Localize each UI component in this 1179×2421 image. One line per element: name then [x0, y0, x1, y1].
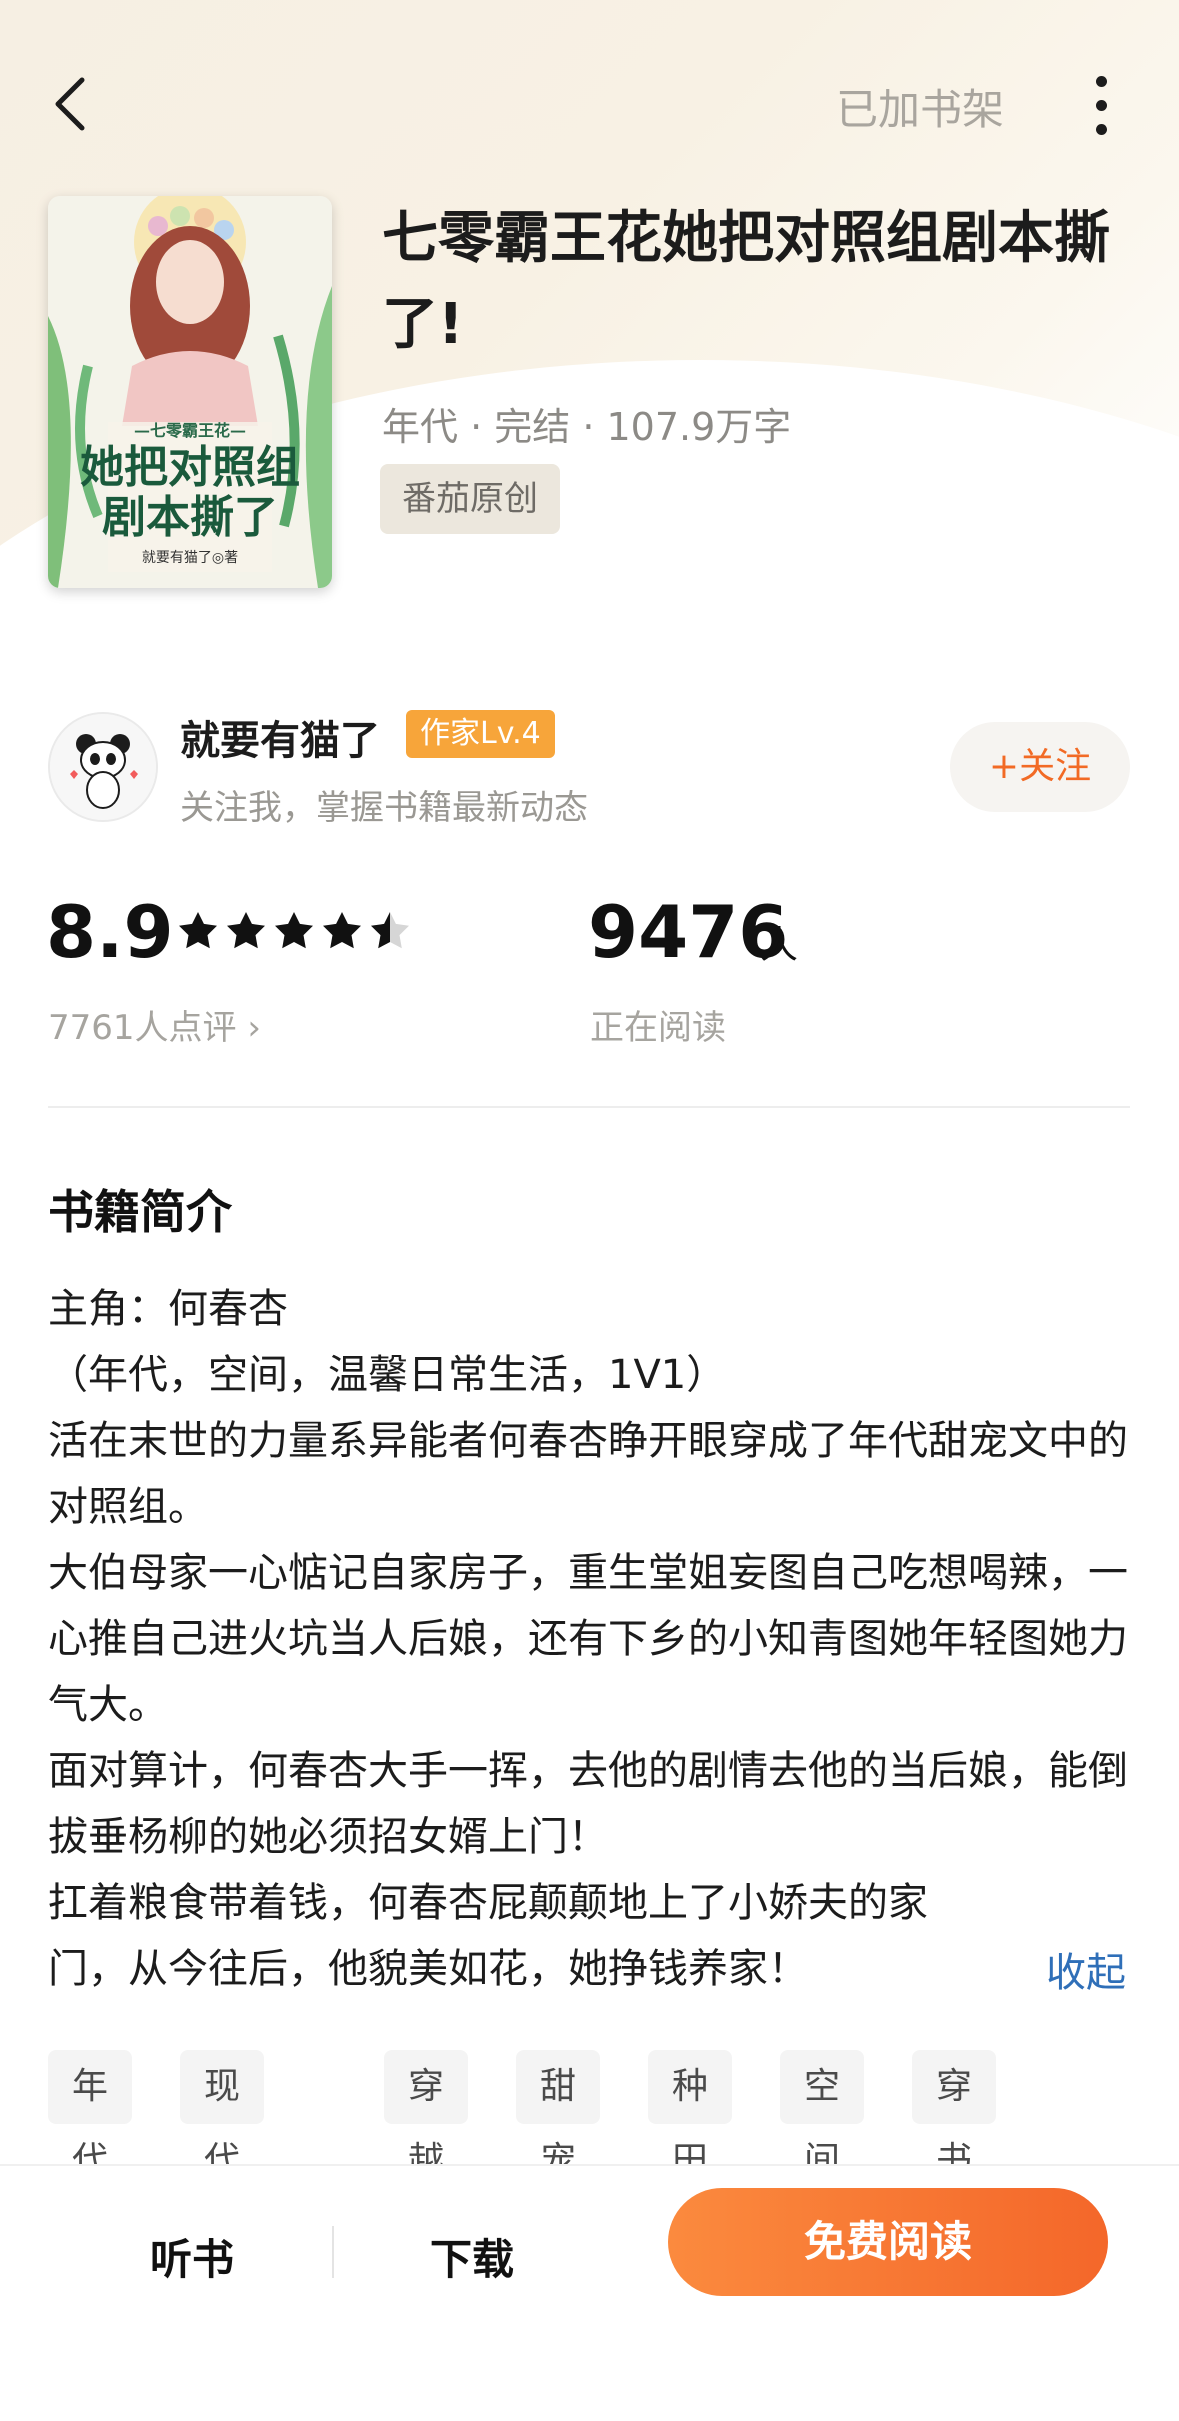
- author-name[interactable]: 就要有猫了: [180, 708, 380, 766]
- star-icon: [323, 912, 361, 949]
- book-cover[interactable]: —七零霸王花— 她把对照组 剧本撕了 就要有猫了◎著: [48, 196, 332, 588]
- tag-chip[interactable]: 现代言情: [180, 2050, 265, 2329]
- rating-score: 8.9: [46, 890, 174, 974]
- intro-paragraph: 活在末世的力量系异能者何春杏睁开眼穿成了年代甜宠文中的对照组。: [48, 1418, 1128, 1530]
- chevron-left-icon: [55, 77, 85, 131]
- bottom-action-bar: 听书 下载 免费阅读: [0, 2164, 1179, 2421]
- intro-text: 主角：何春杏 （年代，空间，温馨日常生活，1V1） 活在末世的力量系异能者何春杏…: [48, 1276, 1132, 2002]
- intro-paragraph: 面对算计，何春杏大手一挥，去他的剧情去他的当后娘，能倒拔垂杨柳的她必须招女婿上门…: [48, 1748, 1128, 1860]
- intro-paragraph: （年代，空间，温馨日常生活，1V1）: [48, 1352, 727, 1398]
- cover-title-line1: 她把对照组: [80, 442, 300, 493]
- reviews-link[interactable]: 7761人点评 ›: [48, 1000, 261, 1049]
- book-meta: 年代 · 完结 · 107.9万字: [382, 405, 792, 449]
- cover-series-text: —七零霸王花—: [134, 421, 246, 440]
- book-title: 七零霸王花她把对照组剧本撕了!: [382, 206, 1110, 357]
- more-dot-icon: [1096, 124, 1107, 135]
- star-icon: [275, 912, 313, 949]
- listen-button[interactable]: 听书: [150, 2226, 234, 2287]
- star-icon: [179, 912, 217, 949]
- tag-chip[interactable]: 穿越: [384, 2050, 469, 2181]
- follow-button[interactable]: +关注: [950, 722, 1130, 812]
- book-cover-art: —七零霸王花— 她把对照组 剧本撕了 就要有猫了◎著: [48, 196, 332, 588]
- free-read-button[interactable]: 免费阅读: [668, 2188, 1108, 2296]
- intro-paragraph: 大伯母家一心惦记自家房子，重生堂姐妄图自己吃想喝辣，一心推自己进火坑当人后娘，还…: [48, 1550, 1128, 1728]
- more-dot-icon: [1096, 100, 1107, 111]
- download-button[interactable]: 下载: [430, 2226, 514, 2287]
- reader-count-unit: 人: [760, 923, 799, 967]
- more-options-button[interactable]: [1084, 74, 1120, 138]
- star-icon: [227, 912, 265, 949]
- tag-chip[interactable]: 年代: [48, 2050, 133, 2181]
- section-divider: [48, 1106, 1130, 1108]
- cover-title-line2: 剧本撕了: [102, 492, 278, 543]
- tag-chip[interactable]: 穿书: [912, 2050, 997, 2181]
- tag-chip[interactable]: 空间: [780, 2050, 865, 2181]
- tag-chip[interactable]: 甜宠: [516, 2050, 601, 2181]
- bottom-bar-separator: [332, 2226, 334, 2278]
- intro-title: 书籍简介: [48, 1185, 232, 1239]
- author-subtitle: 关注我，掌握书籍最新动态: [180, 788, 588, 828]
- author-avatar[interactable]: [48, 712, 158, 822]
- rating-stars: [179, 912, 409, 949]
- intro-paragraph: 扛着粮食带着钱，何春杏屁颠颠地上了小娇夫的家门，从今往后，他貌美如花，她挣钱养家…: [48, 1880, 928, 1992]
- author-level-badge: 作家Lv.4: [406, 710, 555, 758]
- panda-avatar-icon: [50, 714, 156, 820]
- more-dot-icon: [1096, 76, 1107, 87]
- publisher-badge: 番茄原创: [380, 464, 560, 534]
- reader-count: 9476: [588, 890, 789, 974]
- reading-label: 正在阅读: [590, 1008, 726, 1048]
- half-star-icon: [371, 912, 409, 949]
- tag-chip[interactable]: 种田: [648, 2050, 733, 2181]
- cover-author-text: 就要有猫了◎著: [142, 550, 238, 566]
- intro-paragraph: 主角：何春杏: [48, 1286, 288, 1332]
- added-to-shelf-button[interactable]: 已加书架: [836, 76, 1004, 137]
- collapse-intro-button[interactable]: 收起: [1046, 1940, 1126, 1998]
- back-button[interactable]: [44, 74, 104, 134]
